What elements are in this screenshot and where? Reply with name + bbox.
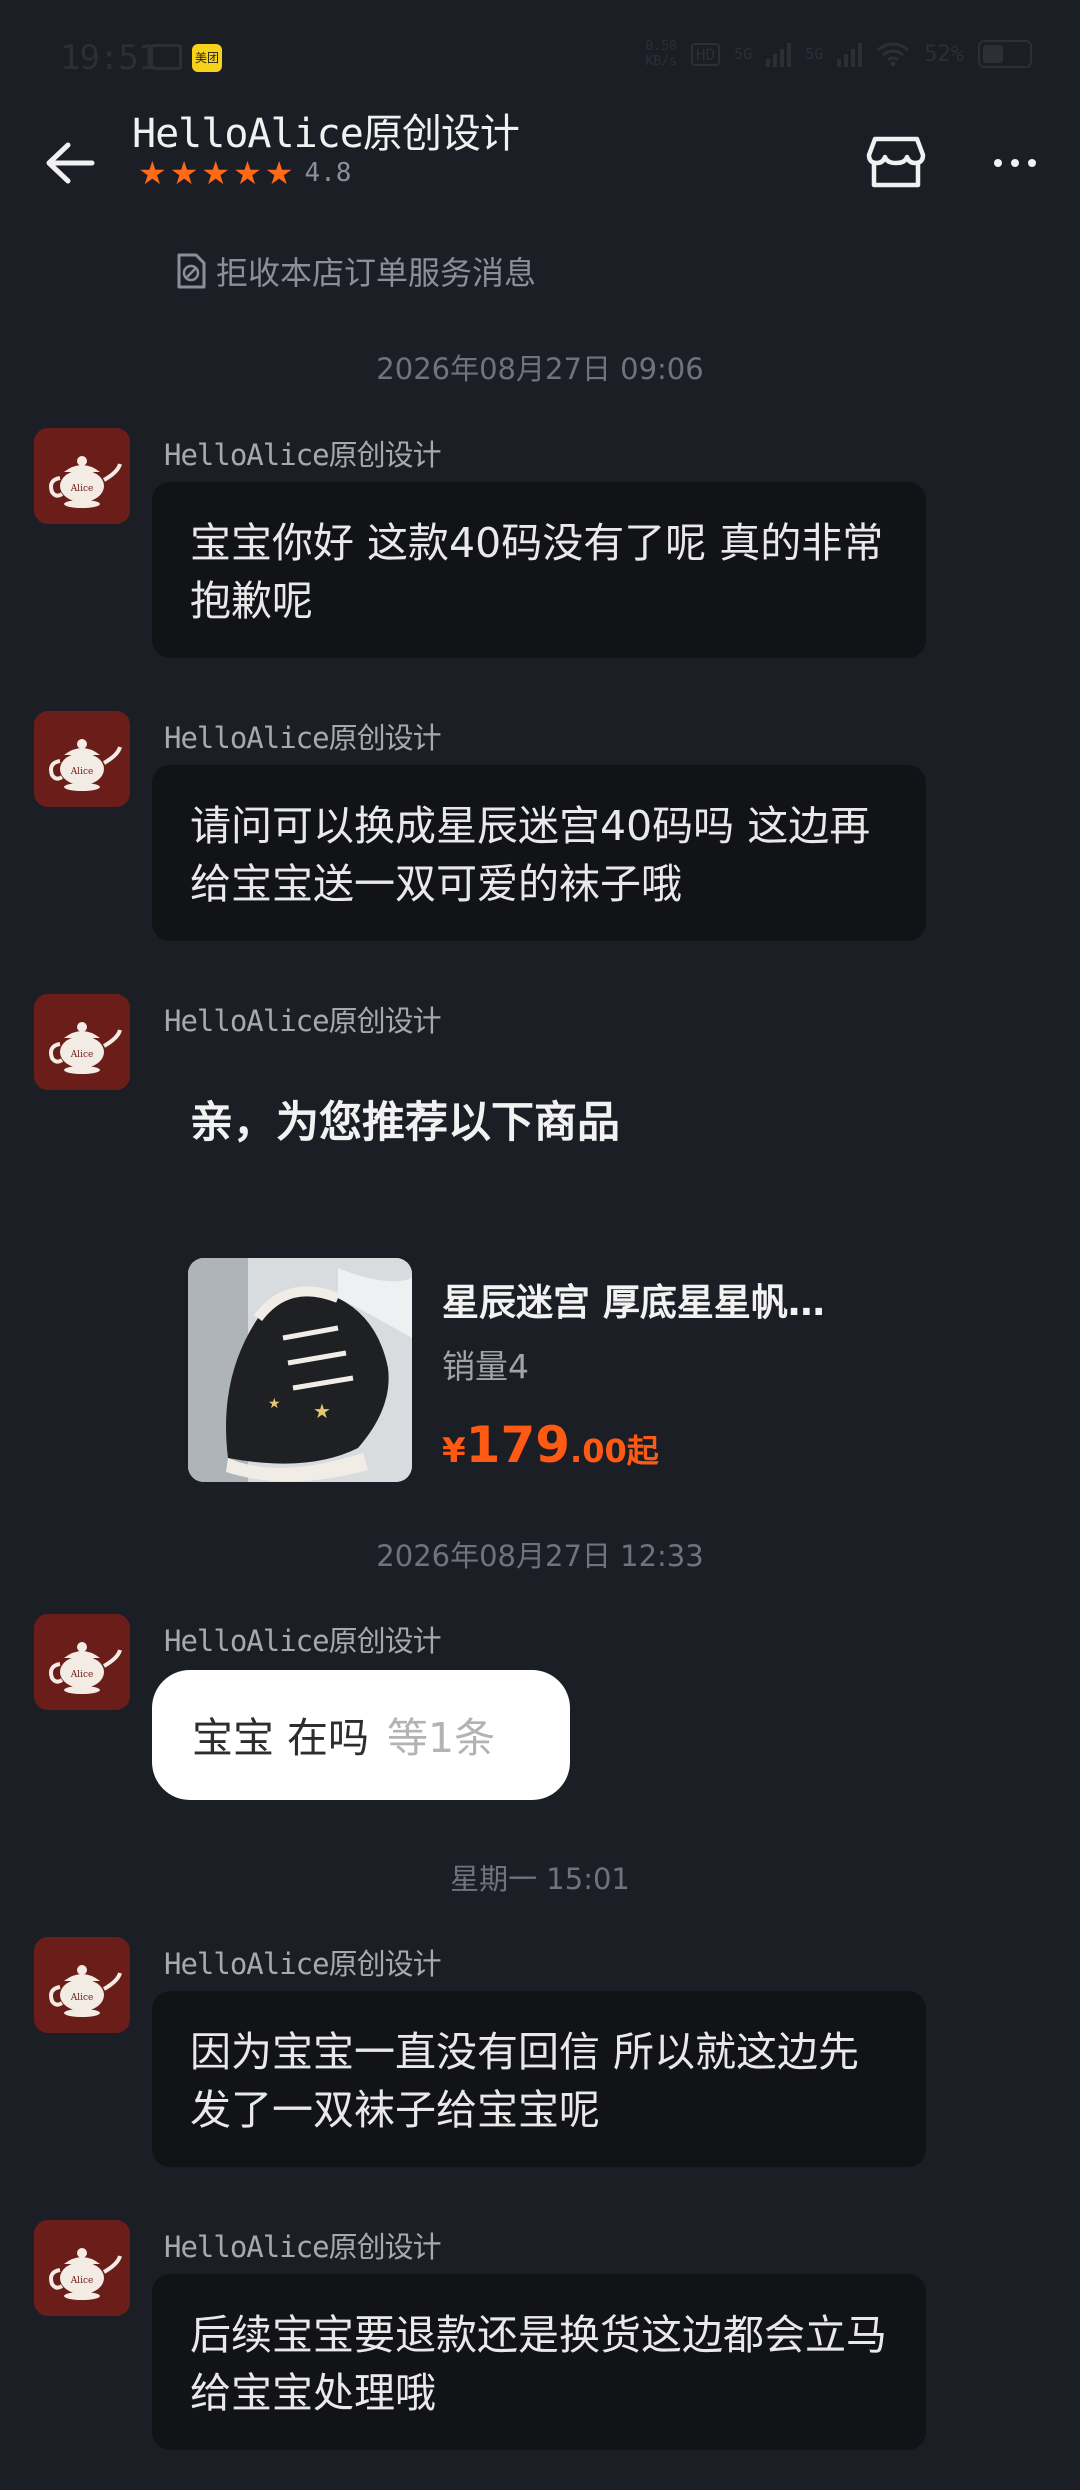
sender-name: HelloAlice原创设计: [164, 2230, 442, 2264]
more-icon: [994, 159, 1002, 167]
signal-bars-icon: [837, 41, 863, 67]
sender-name: HelloAlice原创设计: [164, 721, 442, 755]
svg-text:Alice: Alice: [70, 1670, 94, 1680]
svg-text:★: ★: [313, 1399, 331, 1423]
hd-icon: HD: [690, 42, 721, 66]
svg-text:Alice: Alice: [70, 484, 94, 494]
shop-avatar[interactable]: Alice: [34, 2220, 130, 2316]
shop-avatar[interactable]: Alice: [34, 1614, 130, 1710]
status-time: 19:51: [60, 38, 158, 78]
status-right: 0.50 KB/s HD 5G 5G 52%: [646, 34, 1032, 74]
store-button[interactable]: [865, 131, 927, 193]
app-badge-icon: 美团: [192, 44, 222, 72]
message-bubble-collapsed[interactable]: 宝宝 在吗 等1条: [152, 1670, 570, 1800]
teapot-avatar-icon: Alice: [34, 428, 130, 524]
signal-5g-1-label: 5G: [734, 45, 753, 63]
star-icon: ★: [264, 154, 294, 192]
battery-icon: [978, 40, 1032, 68]
more-button[interactable]: [985, 135, 1045, 191]
price-integer: 179: [465, 1416, 571, 1474]
reject-notice-link[interactable]: 拒收本店订单服务消息: [174, 248, 536, 294]
block-notice-icon: [177, 253, 206, 289]
svg-text:Alice: Alice: [70, 1050, 94, 1060]
price-decimal: .00起: [570, 1432, 659, 1470]
message-bubble[interactable]: 因为宝宝一直没有回信 所以就这边先发了一双袜子给宝宝呢: [152, 1991, 926, 2167]
signal-bars-icon: [766, 41, 792, 67]
message-bubble[interactable]: 请问可以换成星辰迷宫40码吗 这边再给宝宝送一双可爱的袜子哦: [152, 765, 926, 941]
product-name[interactable]: 星辰迷宫 厚底星星帆…: [442, 1272, 825, 1326]
time-separator: 星期一 15:01: [450, 1862, 630, 1896]
sender-name: HelloAlice原创设计: [164, 1624, 442, 1658]
sender-name: HelloAlice原创设计: [164, 1947, 442, 1981]
time-separator: 2026年08月27日 12:33: [376, 1539, 704, 1573]
svg-text:Alice: Alice: [70, 767, 94, 777]
product-image[interactable]: ★ ★: [188, 1258, 412, 1482]
sender-name: HelloAlice原创设计: [164, 438, 442, 472]
svg-text:★: ★: [268, 1396, 281, 1412]
product-recommendation-card[interactable]: 亲，为您推荐以下商品 ★ ★ 星辰迷宫 厚底星星帆… 销量4 ¥179.00起: [152, 1048, 926, 1538]
star-icon: ★: [201, 154, 231, 192]
shop-name[interactable]: HelloAlice原创设计: [132, 101, 520, 159]
shop-rating: ★ ★ ★ ★ ★ 4.8: [138, 155, 351, 191]
sneaker-image: ★ ★: [188, 1258, 412, 1482]
shop-avatar[interactable]: Alice: [34, 428, 130, 524]
product-sales: 销量4: [442, 1347, 529, 1386]
message-text: 宝宝 在吗: [192, 1714, 370, 1762]
teapot-avatar-icon: Alice: [34, 994, 130, 1090]
back-arrow-icon: [46, 142, 95, 184]
wifi-icon: [877, 42, 910, 67]
recommendation-title: 亲，为您推荐以下商品: [190, 1098, 620, 1148]
teapot-avatar-icon: Alice: [34, 1614, 130, 1710]
svg-text:Alice: Alice: [70, 2276, 94, 2286]
message-bubble[interactable]: 后续宝宝要退款还是换货这边都会立马给宝宝处理哦: [152, 2274, 926, 2450]
svg-text:Alice: Alice: [70, 1993, 94, 2003]
shop-avatar[interactable]: Alice: [34, 711, 130, 807]
shop-avatar[interactable]: Alice: [34, 1937, 130, 2033]
network-speed: 0.50 KB/s: [645, 39, 677, 69]
star-icon: ★: [169, 154, 199, 192]
battery-percent: 52%: [924, 41, 964, 67]
product-price: ¥179.00起: [442, 1416, 659, 1474]
shop-avatar[interactable]: Alice: [34, 994, 130, 1090]
teapot-avatar-icon: Alice: [34, 711, 130, 807]
sender-name: HelloAlice原创设计: [164, 1004, 442, 1038]
back-button[interactable]: [40, 133, 100, 193]
star-icon: ★: [138, 154, 167, 192]
tv-icon: [150, 44, 182, 70]
teapot-avatar-icon: Alice: [34, 2220, 130, 2316]
message-bubble[interactable]: 宝宝你好 这款40码没有了呢 真的非常抱歉呢: [152, 482, 926, 658]
signal-5g-2-label: 5G: [805, 45, 824, 63]
store-icon: [866, 136, 926, 188]
more-messages-count[interactable]: 等1条: [387, 1714, 495, 1762]
price-currency: ¥: [442, 1431, 466, 1471]
time-separator: 2026年08月27日 09:06: [376, 352, 704, 386]
star-icon: ★: [233, 154, 262, 192]
rating-value: 4.8: [304, 158, 352, 188]
teapot-avatar-icon: Alice: [34, 1937, 130, 2033]
chat-header: HelloAlice原创设计 ★ ★ ★ ★ ★ 4.8: [0, 95, 1080, 225]
reject-notice-text: 拒收本店订单服务消息: [216, 254, 537, 292]
